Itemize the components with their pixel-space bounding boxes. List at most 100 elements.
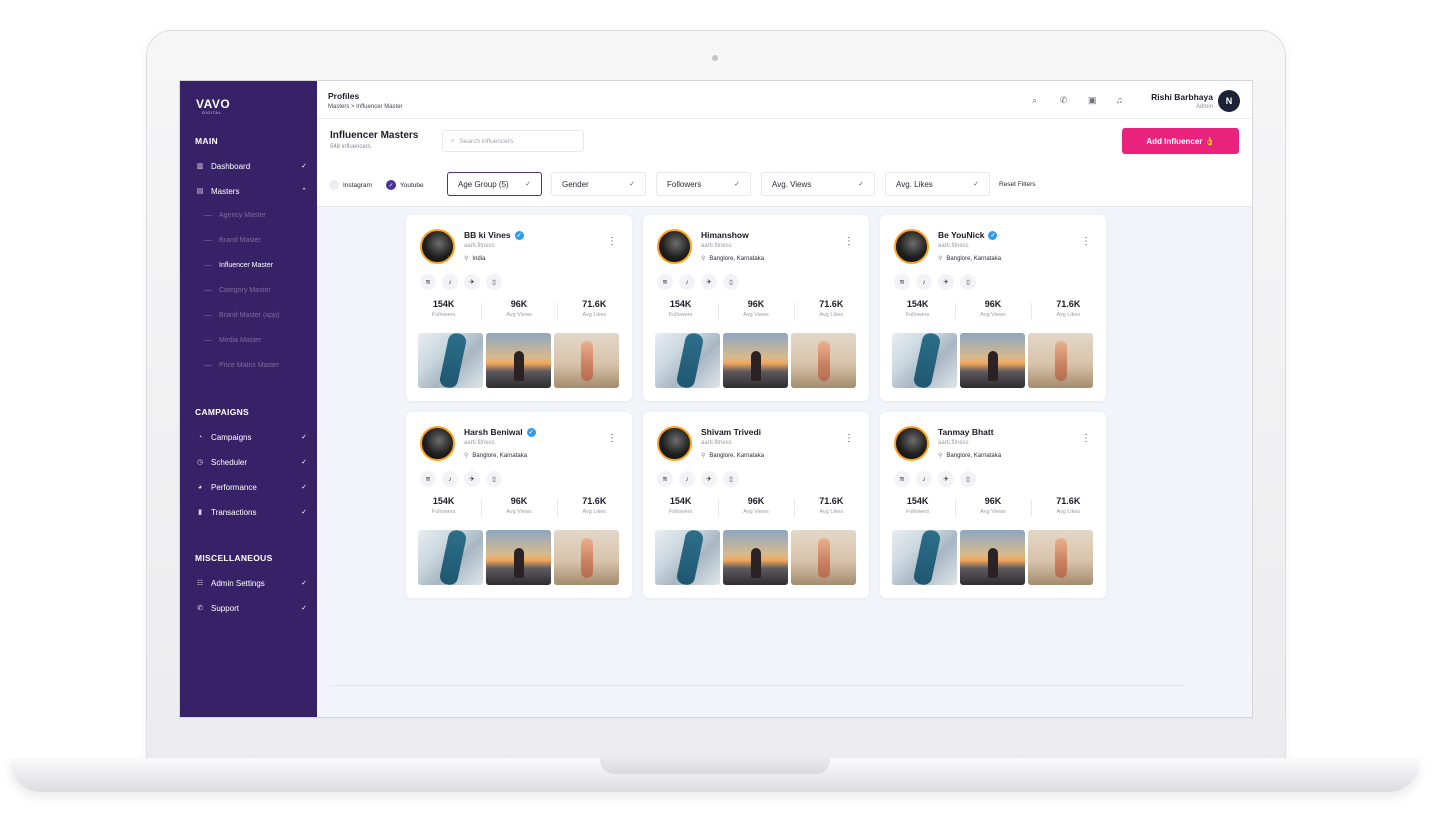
sidebar-item-campaigns[interactable]: ◔ Campaigns ✓	[195, 430, 307, 444]
post-thumbnail[interactable]	[892, 333, 957, 388]
sidebar-subitem-brand-master[interactable]: Brand Master	[204, 237, 261, 244]
devices-icon[interactable]: ▯	[960, 471, 976, 487]
influencer-card[interactable]: Shivam Trivedi aarti.fitness ⚲ Banglore, …	[643, 412, 869, 598]
avatar[interactable]: N	[1218, 90, 1240, 112]
more-options-icon[interactable]: ⋮	[844, 237, 854, 247]
post-thumbnail[interactable]	[723, 333, 788, 388]
reset-filters-link[interactable]: Reset Filters	[999, 181, 1035, 188]
sidebar-item-masters[interactable]: ▤ Masters ⌃	[195, 184, 307, 198]
wifi-icon[interactable]: ≋	[894, 274, 910, 290]
devices-icon[interactable]: ▯	[486, 471, 502, 487]
devices-icon[interactable]: ▯	[723, 274, 739, 290]
more-options-icon[interactable]: ⋮	[607, 434, 617, 444]
sidebar-subitem-agency-master[interactable]: Agency Master	[204, 212, 266, 219]
wifi-icon[interactable]: ≋	[894, 471, 910, 487]
influencer-avatar[interactable]	[420, 229, 455, 264]
influencer-name[interactable]: Tanmay Bhatt	[938, 427, 994, 437]
influencer-card[interactable]: Be YouNick ✓ aarti.fitness ⚲ Banglore, Kar…	[880, 215, 1106, 401]
plane-icon[interactable]: ✈	[464, 274, 480, 290]
influencer-avatar[interactable]	[894, 426, 929, 461]
influencer-card[interactable]: BB ki Vines ✓ aarti.fitness ⚲ India ⋮ ≋ ♪ …	[406, 215, 632, 401]
plane-icon[interactable]: ✈	[938, 274, 954, 290]
tiktok-icon[interactable]: ♪	[679, 274, 695, 290]
post-thumbnail[interactable]	[486, 333, 551, 388]
tiktok-icon[interactable]: ♪	[916, 274, 932, 290]
influencer-card[interactable]: Tanmay Bhatt aarti.fitness ⚲ Banglore, Ka…	[880, 412, 1106, 598]
influencer-name[interactable]: Harsh Beniwal ✓	[464, 427, 536, 437]
chat-icon[interactable]: ▣	[1088, 95, 1097, 106]
sidebar-subitem-category-master[interactable]: Category Master	[204, 287, 271, 294]
wifi-icon[interactable]: ≋	[420, 274, 436, 290]
more-options-icon[interactable]: ⋮	[607, 237, 617, 247]
devices-icon[interactable]: ▯	[486, 274, 502, 290]
post-thumbnail[interactable]	[791, 333, 856, 388]
filter-avg-views[interactable]: Avg. Views ✓	[761, 172, 875, 196]
influencer-name[interactable]: BB ki Vines ✓	[464, 230, 524, 240]
influencer-avatar[interactable]	[657, 229, 692, 264]
influencer-card[interactable]: Harsh Beniwal ✓ aarti.fitness ⚲ Banglore, …	[406, 412, 632, 598]
sidebar-item-support[interactable]: ✆ Support ✓	[195, 601, 307, 615]
sidebar-subitem-influencer-master[interactable]: Influencer Master	[204, 262, 273, 269]
filter-followers[interactable]: Followers ✓	[656, 172, 751, 196]
post-thumbnail[interactable]	[892, 530, 957, 585]
influencer-name[interactable]: Be YouNick ✓	[938, 230, 998, 240]
wifi-icon[interactable]: ≋	[657, 471, 673, 487]
tiktok-icon[interactable]: ♪	[442, 471, 458, 487]
post-thumbnail[interactable]	[418, 333, 483, 388]
post-thumbnail[interactable]	[1028, 530, 1093, 585]
post-thumbnail[interactable]	[554, 530, 619, 585]
sidebar-item-admin-settings[interactable]: ☷ Admin Settings ✓	[195, 576, 307, 590]
influencer-avatar[interactable]	[894, 229, 929, 264]
influencer-avatar[interactable]	[657, 426, 692, 461]
post-thumbnail[interactable]	[655, 530, 720, 585]
app-logo[interactable]: VAVO	[196, 97, 230, 111]
post-thumbnail[interactable]	[960, 333, 1025, 388]
sidebar-subitem-price-matrix-master[interactable]: Price Matrix Master	[204, 362, 279, 369]
plane-icon[interactable]: ✈	[938, 471, 954, 487]
search-input[interactable]	[459, 137, 570, 145]
filter-avg-likes[interactable]: Avg. Likes ✓	[885, 172, 990, 196]
filter-gender[interactable]: Gender ✓	[551, 172, 646, 196]
devices-icon[interactable]: ▯	[960, 274, 976, 290]
post-thumbnail[interactable]	[791, 530, 856, 585]
breadcrumb[interactable]: Masters > Influencer Master	[328, 104, 403, 110]
sidebar-item-performance[interactable]: ◕ Performance ✓	[195, 480, 307, 494]
post-thumbnail[interactable]	[418, 530, 483, 585]
sidebar-subitem-media-master[interactable]: Media Master	[204, 337, 261, 344]
tiktok-icon[interactable]: ♪	[916, 471, 932, 487]
plane-icon[interactable]: ✈	[701, 471, 717, 487]
plane-icon[interactable]: ✈	[701, 274, 717, 290]
plane-icon[interactable]: ✈	[464, 471, 480, 487]
post-thumbnail[interactable]	[554, 333, 619, 388]
phone-icon[interactable]: ✆	[1060, 95, 1068, 106]
more-options-icon[interactable]: ⋮	[844, 434, 854, 444]
sidebar-item-transactions[interactable]: ▮ Transactions ✓	[195, 505, 307, 519]
sidebar-item-scheduler[interactable]: ◷ Scheduler ✓	[195, 455, 307, 469]
post-thumbnail[interactable]	[1028, 333, 1093, 388]
post-thumbnail[interactable]	[723, 530, 788, 585]
tiktok-icon[interactable]: ♪	[679, 471, 695, 487]
more-options-icon[interactable]: ⋮	[1081, 434, 1091, 444]
influencer-avatar[interactable]	[420, 426, 455, 461]
influencer-name[interactable]: Shivam Trivedi	[701, 427, 761, 437]
platform-radio-instagram[interactable]: Instagram	[329, 180, 372, 190]
post-thumbnail[interactable]	[486, 530, 551, 585]
user-name[interactable]: Rishi Barbhaya	[1143, 92, 1213, 102]
wifi-icon[interactable]: ≋	[657, 274, 673, 290]
more-options-icon[interactable]: ⋮	[1081, 237, 1091, 247]
post-thumbnail[interactable]	[655, 333, 720, 388]
search-icon[interactable]: ⌕	[1032, 95, 1037, 106]
sidebar-item-dashboard[interactable]: ▥ Dashboard ✓	[195, 159, 307, 173]
bell-icon[interactable]: ♫	[1116, 95, 1123, 105]
platform-radio-youtube[interactable]: ✓ Youtube	[386, 180, 424, 190]
influencer-card[interactable]: Himanshow aarti.fitness ⚲ Banglore, Karna…	[643, 215, 869, 401]
search-field[interactable]: ⌕	[442, 130, 584, 152]
influencer-name[interactable]: Himanshow	[701, 230, 749, 240]
filter-age-group[interactable]: Age Group (5) ✓	[447, 172, 542, 196]
add-influencer-button[interactable]: Add Influencer 👌	[1122, 128, 1239, 154]
wifi-icon[interactable]: ≋	[420, 471, 436, 487]
sidebar-subitem-brand-master-app[interactable]: Brand Master (app)	[204, 312, 279, 319]
post-thumbnail[interactable]	[960, 530, 1025, 585]
devices-icon[interactable]: ▯	[723, 471, 739, 487]
tiktok-icon[interactable]: ♪	[442, 274, 458, 290]
